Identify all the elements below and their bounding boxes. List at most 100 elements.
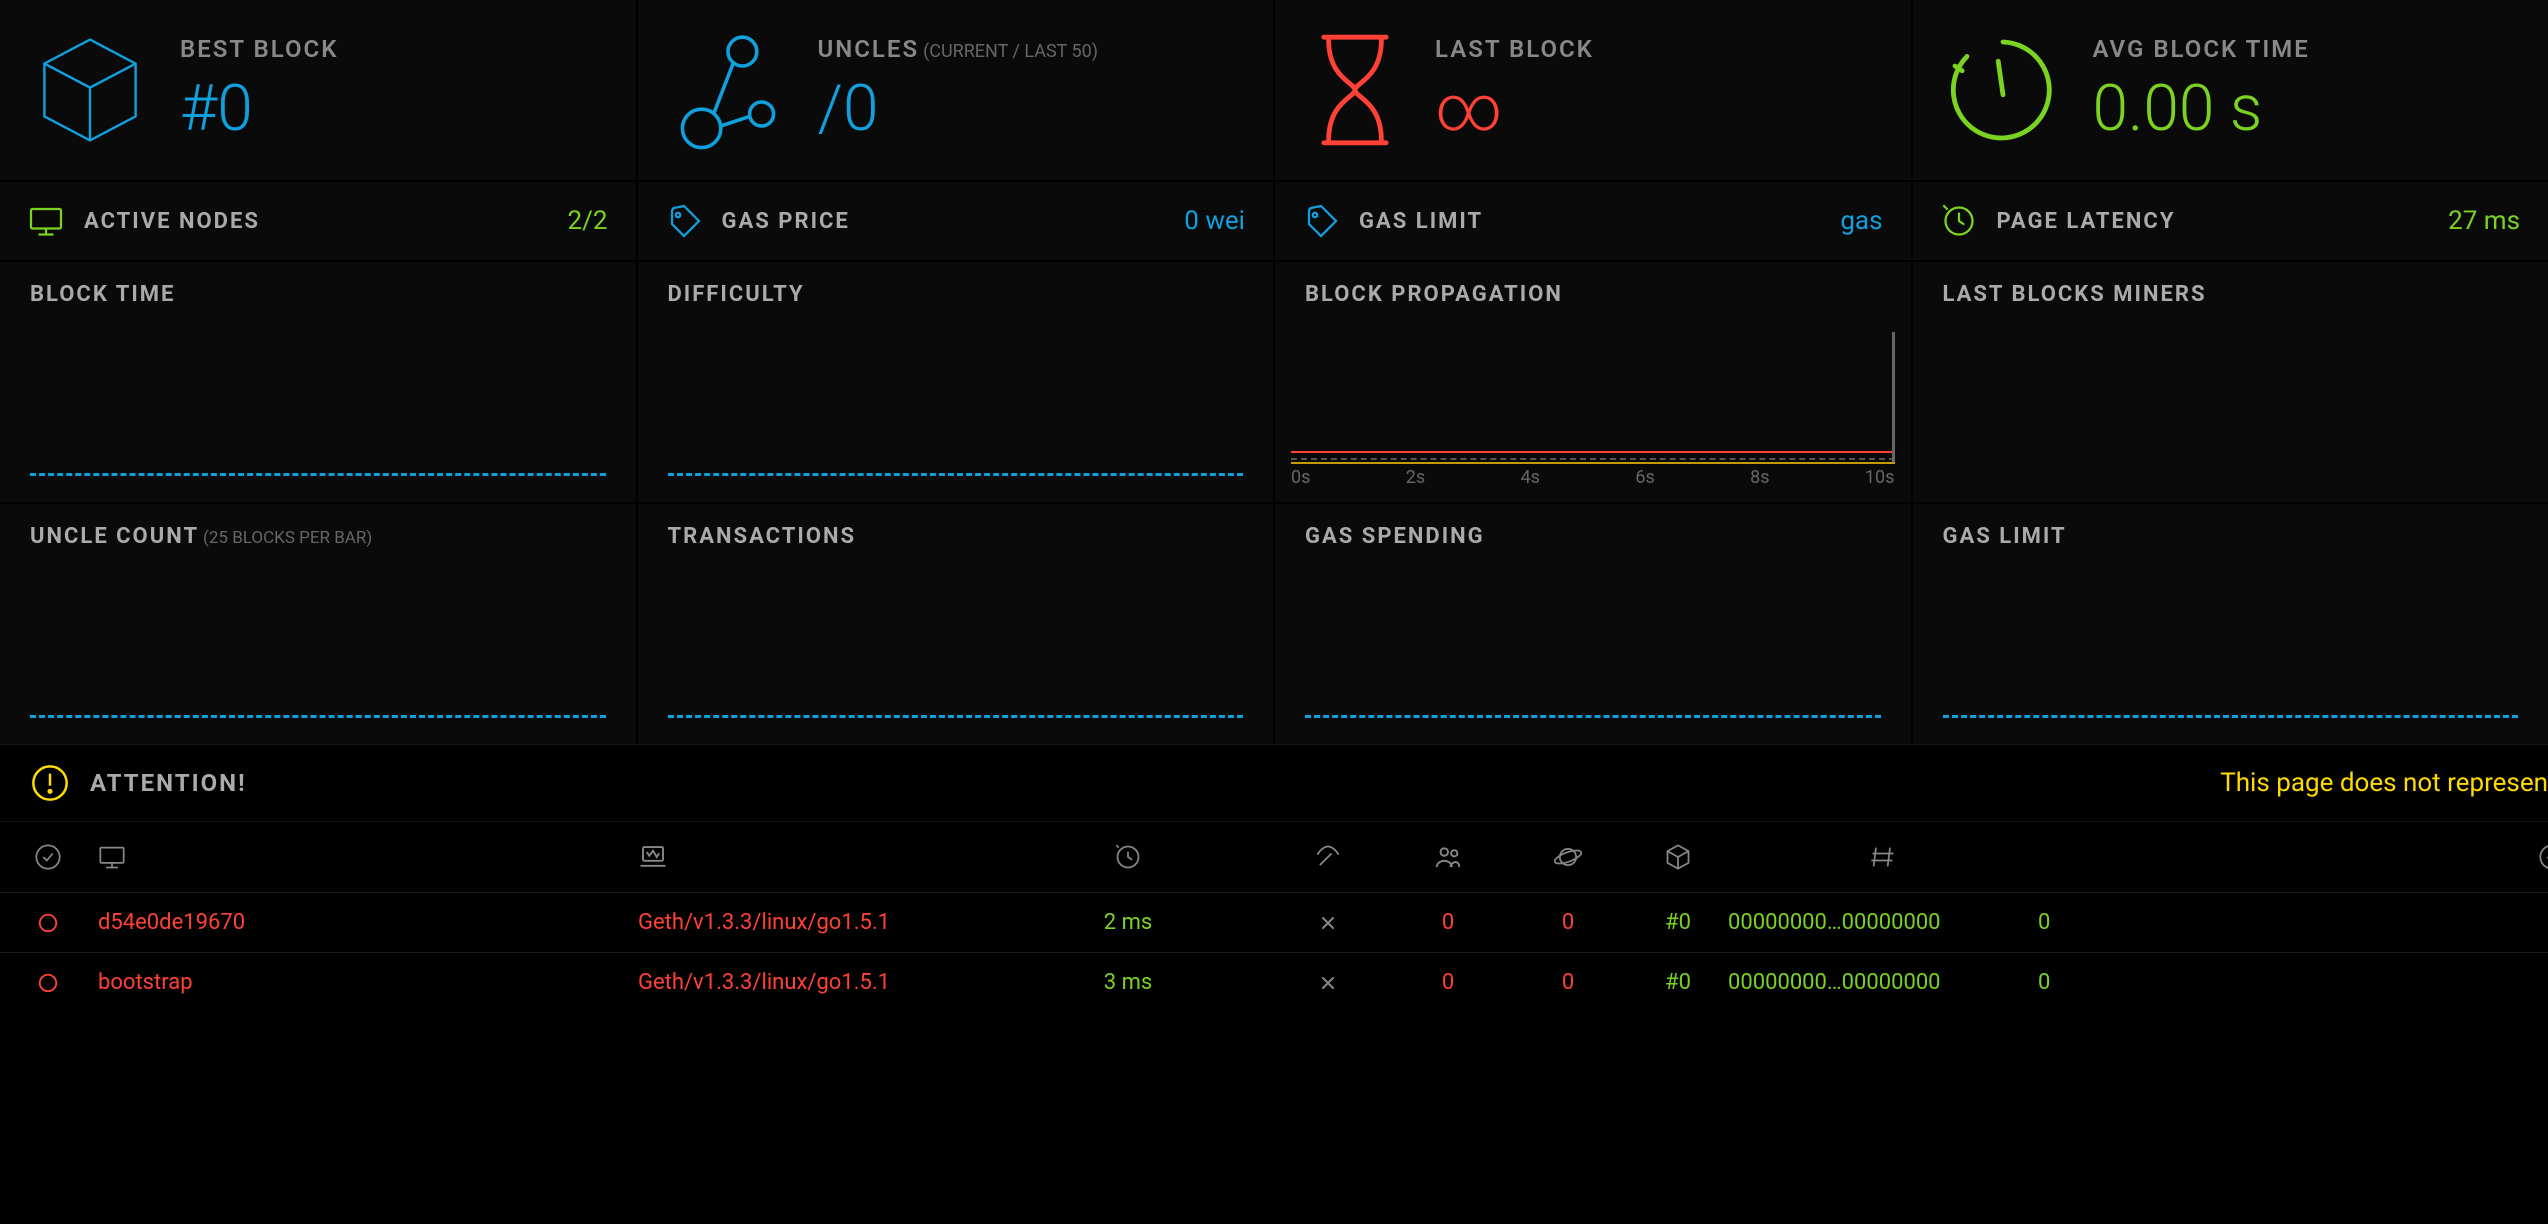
hero-uncles: UNCLES (CURRENT / LAST 50) /0 bbox=[638, 0, 1274, 180]
mining-off-icon bbox=[1268, 971, 1388, 995]
attention-scroll-text: This page does not represen bbox=[2220, 768, 2548, 798]
mid-gas-price: GAS PRICE 0 wei bbox=[638, 182, 1274, 260]
node-hash: 00000000…00000000 bbox=[1728, 970, 2038, 995]
node-uncles: 0 bbox=[2438, 970, 2548, 995]
uncle-count-sub: (25 BLOCKS PER BAR) bbox=[203, 528, 372, 548]
tick-2s: 2s bbox=[1406, 467, 1425, 488]
check-icon[interactable] bbox=[18, 843, 78, 871]
check-icon[interactable] bbox=[2438, 843, 2548, 871]
status-icon bbox=[18, 912, 78, 934]
uncles-label: UNCLES bbox=[818, 35, 920, 63]
hourglass-icon bbox=[1305, 30, 1405, 150]
chart-placeholder bbox=[668, 715, 1244, 718]
chart-placeholder bbox=[668, 473, 1244, 476]
gas-price-value: 0 wei bbox=[1184, 206, 1245, 236]
tick-8s: 8s bbox=[1750, 467, 1769, 488]
monitor-icon bbox=[28, 203, 64, 239]
monitor-icon[interactable] bbox=[78, 843, 638, 871]
mining-off-icon bbox=[1268, 911, 1388, 935]
warning-icon bbox=[30, 763, 70, 803]
attention-row: ATTENTION! This page does not represen bbox=[0, 744, 2548, 822]
best-block-value: #0 bbox=[180, 71, 338, 146]
transactions-label: TRANSACTIONS bbox=[668, 524, 857, 549]
attention-label: ATTENTION! bbox=[90, 769, 247, 797]
mid-gas-limit: GAS LIMIT gas bbox=[1275, 182, 1911, 260]
last-blocks-miners-label: LAST BLOCKS MINERS bbox=[1943, 282, 2207, 307]
hash-icon[interactable] bbox=[1728, 843, 2038, 871]
table-row[interactable]: bootstrap Geth/v1.3.3/linux/go1.5.1 3 ms… bbox=[0, 952, 2548, 1012]
tick-10s: 10s bbox=[1865, 467, 1895, 488]
node-latency: 3 ms bbox=[988, 970, 1268, 995]
node-client: Geth/v1.3.3/linux/go1.5.1 bbox=[638, 970, 988, 995]
node-peers: 0 bbox=[1388, 970, 1508, 995]
propagation-chart bbox=[1291, 451, 1895, 464]
gas-price-label: GAS PRICE bbox=[722, 209, 1165, 234]
node-pending: 0 bbox=[1508, 970, 1628, 995]
mid-row: ACTIVE NODES 2/2 GAS PRICE 0 wei GAS LIM… bbox=[0, 182, 2548, 260]
node-table-body: d54e0de19670 Geth/v1.3.3/linux/go1.5.1 2… bbox=[0, 892, 2548, 1012]
node-name: bootstrap bbox=[78, 970, 638, 995]
hero-avg-block-time: AVG BLOCK TIME 0.00 s bbox=[1913, 0, 2548, 180]
gauge-icon bbox=[1943, 30, 2063, 150]
block-propagation-label: BLOCK PROPAGATION bbox=[1305, 282, 1563, 307]
best-block-label: BEST BLOCK bbox=[180, 35, 338, 63]
chart-gas-limit: GAS LIMIT bbox=[1913, 504, 2548, 744]
pickaxe-icon[interactable] bbox=[1268, 843, 1388, 871]
node-txs: 0 bbox=[2038, 910, 2238, 935]
node-block: #0 bbox=[1628, 970, 1728, 995]
status-icon bbox=[18, 972, 78, 994]
mid-page-latency: PAGE LATENCY 27 ms bbox=[1913, 182, 2548, 260]
uncles-value: /0 bbox=[818, 71, 1099, 146]
active-nodes-value: 2/2 bbox=[568, 206, 608, 236]
laptop-icon[interactable] bbox=[638, 842, 988, 872]
people-icon[interactable] bbox=[1388, 842, 1508, 872]
avg-block-time-value: 0.00 s bbox=[2093, 71, 2310, 146]
avg-block-time-label: AVG BLOCK TIME bbox=[2093, 35, 2310, 63]
gas-spending-label: GAS SPENDING bbox=[1305, 524, 1485, 549]
chart-placeholder bbox=[30, 715, 606, 718]
chart-placeholder bbox=[30, 473, 606, 476]
node-uncles: 0 bbox=[2438, 910, 2548, 935]
uncle-count-label: UNCLE COUNT bbox=[30, 524, 199, 549]
charts-row-1: BLOCK TIME DIFFICULTY BLOCK PROPAGATION … bbox=[0, 262, 2548, 502]
uncles-icon bbox=[668, 30, 788, 150]
page-latency-value: 27 ms bbox=[2448, 206, 2520, 236]
chart-block-time: BLOCK TIME bbox=[0, 262, 636, 502]
clock-icon bbox=[1941, 203, 1977, 239]
hero-row: BEST BLOCK #0 UNCLES (CURRENT / LAST 50)… bbox=[0, 0, 2548, 180]
chart-placeholder bbox=[1305, 715, 1881, 718]
tick-4s: 4s bbox=[1521, 467, 1540, 488]
chart-transactions: TRANSACTIONS bbox=[638, 504, 1274, 744]
last-block-value: ∞ bbox=[1435, 71, 1594, 146]
node-peers: 0 bbox=[1388, 910, 1508, 935]
tag-icon bbox=[666, 203, 702, 239]
mid-active-nodes: ACTIVE NODES 2/2 bbox=[0, 182, 636, 260]
chart-gas-spending: GAS SPENDING bbox=[1275, 504, 1911, 744]
gas-limit-chart-label: GAS LIMIT bbox=[1943, 524, 2067, 549]
chart-block-propagation: BLOCK PROPAGATION 0s 2s 4s 6s 8s 10s bbox=[1275, 262, 1911, 502]
node-pending: 0 bbox=[1508, 910, 1628, 935]
node-client: Geth/v1.3.3/linux/go1.5.1 bbox=[638, 910, 988, 935]
hero-best-block: BEST BLOCK #0 bbox=[0, 0, 636, 180]
tag-icon bbox=[1303, 203, 1339, 239]
node-hash: 00000000…00000000 bbox=[1728, 910, 2038, 935]
cube-icon bbox=[30, 30, 150, 150]
tick-0s: 0s bbox=[1291, 467, 1310, 488]
node-block: #0 bbox=[1628, 910, 1728, 935]
planet-icon[interactable] bbox=[1508, 843, 1628, 871]
node-txs: 0 bbox=[2038, 970, 2238, 995]
node-name: d54e0de19670 bbox=[78, 910, 638, 935]
chart-uncle-count: UNCLE COUNT (25 BLOCKS PER BAR) bbox=[0, 504, 636, 744]
cube-small-icon[interactable] bbox=[1628, 843, 1728, 871]
chart-difficulty: DIFFICULTY bbox=[638, 262, 1274, 502]
hero-last-block: LAST BLOCK ∞ bbox=[1275, 0, 1911, 180]
last-block-label: LAST BLOCK bbox=[1435, 35, 1594, 63]
chart-placeholder bbox=[1943, 715, 2519, 718]
uncles-sublabel: (CURRENT / LAST 50) bbox=[923, 41, 1098, 62]
active-nodes-label: ACTIVE NODES bbox=[84, 209, 548, 234]
gas-limit-value: gas bbox=[1840, 206, 1882, 236]
node-table-header bbox=[0, 822, 2548, 892]
clock-icon[interactable] bbox=[988, 843, 1268, 871]
chart-last-blocks-miners: LAST BLOCKS MINERS bbox=[1913, 262, 2548, 502]
table-row[interactable]: d54e0de19670 Geth/v1.3.3/linux/go1.5.1 2… bbox=[0, 892, 2548, 952]
